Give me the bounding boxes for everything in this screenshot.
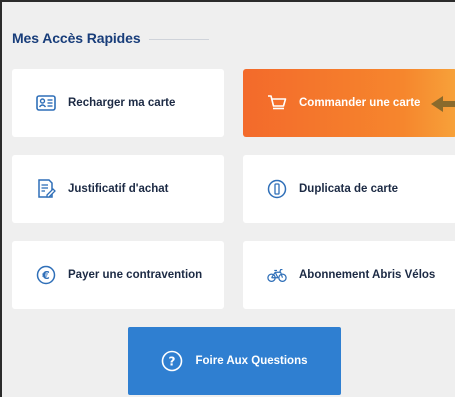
tile-label: Payer une contravention: [68, 269, 203, 281]
tile-label: Justificatif d'achat: [68, 183, 169, 195]
title-divider: [148, 38, 209, 40]
tile-label: Abonnement Abris Vélos: [299, 269, 436, 281]
section-title: Mes Accès Rapides: [12, 30, 141, 46]
purchase-receipt-button[interactable]: Justificatif d'achat: [12, 155, 224, 223]
faq-button[interactable]: ? Foire Aux Questions: [128, 327, 341, 395]
bike-shelter-subscription-button[interactable]: Abonnement Abris Vélos: [243, 241, 455, 309]
bicycle-icon: [267, 265, 287, 285]
pay-fine-button[interactable]: € Payer une contravention: [12, 241, 224, 309]
card-circle-icon: [267, 179, 287, 199]
question-circle-icon: ?: [161, 350, 183, 372]
card-duplicate-button[interactable]: Duplicata de carte: [243, 155, 455, 223]
euro-circle-icon: €: [36, 265, 56, 285]
id-card-icon: [36, 93, 56, 113]
order-card-button[interactable]: Commander une carte: [243, 69, 455, 137]
quick-access-panel: Mes Accès Rapides Recharger ma carte Com…: [0, 0, 455, 397]
faq-label: Foire Aux Questions: [195, 355, 308, 367]
svg-text:?: ?: [169, 355, 176, 369]
receipt-edit-icon: [36, 179, 56, 199]
svg-text:€: €: [41, 269, 50, 282]
tile-label: Commander une carte: [299, 97, 421, 109]
cart-icon: [267, 93, 287, 113]
section-header: Mes Accès Rapides: [12, 30, 209, 46]
arrow-left-icon: [431, 96, 455, 112]
tile-label: Recharger ma carte: [68, 97, 176, 109]
tile-label: Duplicata de carte: [299, 183, 399, 195]
recharge-card-button[interactable]: Recharger ma carte: [12, 69, 224, 137]
